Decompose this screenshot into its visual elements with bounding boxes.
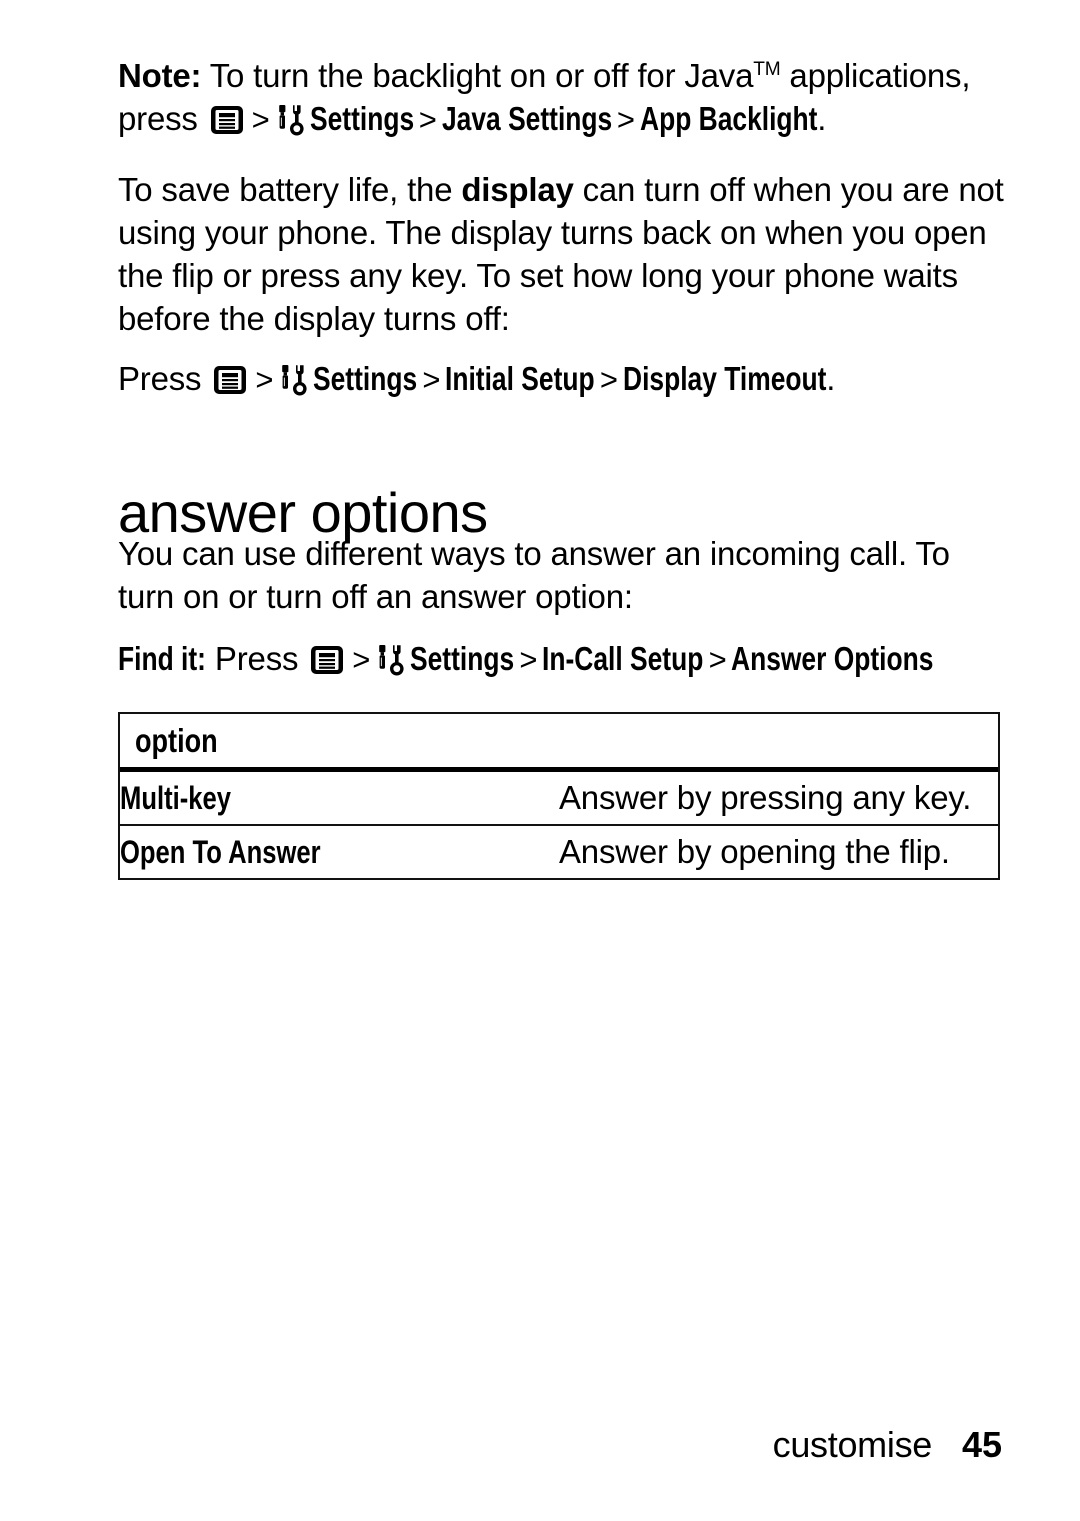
path-separator-2: > (519, 642, 538, 677)
path-separator-2: > (422, 362, 441, 397)
path-separator-3: > (708, 642, 727, 677)
press-period: . (826, 360, 836, 397)
note-period: . (817, 100, 827, 137)
table-cell-option: Open To Answer (120, 833, 321, 870)
trademark-symbol: TM (753, 59, 781, 80)
paragraph1-part1: To save battery life, the (118, 171, 462, 208)
note-line1-tail: applications, (780, 57, 971, 94)
press-instruction-line: Press > Settings > Initial Setup > Display Ti… (118, 357, 1008, 401)
note-press-prefix: press (118, 100, 207, 137)
note-block: Note: To turn the backlight on or off fo… (118, 54, 1008, 141)
path-separator: > (352, 642, 371, 677)
table-header-row: option (120, 714, 998, 772)
note-line-2: press > Settings > Java Settings > App Backli… (118, 97, 1008, 141)
settings-tools-icon (376, 643, 406, 676)
nav-label-display-timeout: Display Timeout (622, 360, 827, 397)
table-cell-description: Answer by opening the flip. (559, 833, 950, 870)
paragraph-display-timeout: To save battery life, the display can tu… (118, 168, 1008, 340)
table-row: Multi-key Answer by pressing any key. (120, 769, 998, 826)
paragraph1-bold-display: display (461, 171, 574, 208)
find-it-line: Find it: Press > Settings > In-Call Setup > A… (118, 637, 1008, 681)
manual-page: Note: To turn the backlight on or off fo… (0, 0, 1080, 1521)
table-cell-option: Multi-key (120, 769, 559, 826)
press-prefix: Press (118, 360, 211, 397)
footer-page-number: 45 (961, 1424, 1002, 1465)
answer-options-table: option Multi-key Answer by pressing any … (118, 712, 1000, 880)
settings-tools-icon (279, 363, 309, 396)
table-header-option: option (120, 714, 998, 772)
note-label: Note: (118, 57, 202, 94)
nav-label-answer-options: Answer Options (731, 640, 934, 677)
settings-tools-icon (276, 103, 306, 136)
path-separator-3: > (616, 102, 635, 137)
paragraph-answer-options: You can use different ways to answer an … (118, 535, 950, 615)
nav-label-initial-setup: Initial Setup (445, 360, 595, 397)
table-cell-description: Answer by pressing any key. (559, 769, 998, 826)
path-separator-2: > (418, 102, 437, 137)
menu-key-icon (310, 642, 344, 674)
path-separator-3: > (599, 362, 618, 397)
nav-label-settings: Settings (410, 640, 515, 677)
menu-key-icon (213, 362, 247, 394)
find-it-label: Find it: (118, 640, 206, 677)
path-separator: > (255, 362, 274, 397)
nav-label-settings: Settings (309, 100, 414, 137)
table-row: Open To Answer Answer by opening the fli… (120, 825, 998, 878)
nav-label-settings: Settings (313, 360, 418, 397)
nav-label-in-call-setup: In-Call Setup (542, 640, 704, 677)
note-line-1: Note: To turn the backlight on or off fo… (118, 54, 1008, 97)
nav-path: Settings (310, 97, 414, 140)
nav-label-java-settings: Java Settings (441, 100, 612, 137)
path-separator: > (251, 102, 270, 137)
menu-key-icon (210, 102, 244, 134)
find-it-prefix: Press (205, 640, 308, 677)
nav-label-app-backlight: App Backlight (639, 100, 818, 137)
page-footer: customise 45 (0, 1424, 1080, 1474)
footer-section-name: customise (772, 1424, 933, 1465)
note-line1-text: To turn the backlight on or off for Java (201, 57, 754, 94)
